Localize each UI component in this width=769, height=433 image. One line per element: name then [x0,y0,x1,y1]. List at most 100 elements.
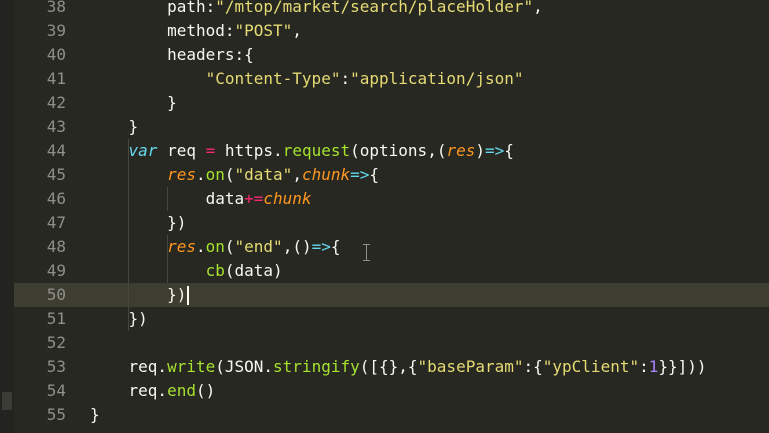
code-token: req [157,141,206,160]
code-token: } [90,117,139,136]
code-token: res [167,237,196,256]
code-text[interactable]: req.write(JSON.stringify([{},{"baseParam… [90,355,707,379]
line-number: 45 [46,165,66,184]
code-token: req. [90,381,168,400]
code-token: { [330,237,341,256]
code-token: { [504,141,514,160]
code-line[interactable]: 39 method:"POST", [14,19,769,43]
line-number: 42 [46,93,66,112]
code-token: headers:{ [90,45,254,64]
code-token: res [167,165,196,184]
code-text[interactable]: } [90,403,100,427]
code-text[interactable]: cb(data) [90,259,283,283]
line-number: 48 [46,237,66,256]
code-token: req. [90,357,168,376]
code-text[interactable]: path:"/mtop/market/search/placeHolder", [90,0,543,19]
code-editor[interactable]: 38 path:"/mtop/market/search/placeHolder… [0,0,769,433]
code-line[interactable]: 41 "Content-Type":"application/json" [14,67,769,91]
code-token: chunk [263,189,312,208]
code-token: "end" [234,237,283,256]
code-text[interactable]: headers:{ [90,43,254,67]
code-text[interactable]: }) [90,211,186,235]
code-token: on [205,237,225,256]
code-token: ,() [282,237,312,256]
line-number: 40 [46,45,66,64]
line-number: 38 [46,0,66,16]
code-text[interactable]: } [90,91,177,115]
code-token: }) [90,285,187,304]
indent-guide [128,139,129,331]
code-token: write [167,357,216,376]
code-text[interactable]: req.end() [90,379,216,403]
code-text[interactable]: method:"POST", [90,19,302,43]
code-token: }}])) [658,357,707,376]
code-token: }) [90,213,187,232]
code-text[interactable]: "Content-Type":"application/json" [90,67,524,91]
code-token: stringify [273,357,360,376]
code-text[interactable]: }) [90,283,190,307]
indent-guide [167,235,168,283]
code-token: => [485,141,505,160]
code-token: } [90,93,177,112]
code-token: . [195,237,206,256]
line-number: 51 [46,309,66,328]
code-text[interactable]: }) [90,307,148,331]
code-token: "baseParam" [417,357,524,376]
code-text[interactable]: res.on("data",chunk=>{ [90,163,379,187]
code-token: end [167,381,196,400]
code-line[interactable]: 40 headers:{ [14,43,769,67]
text-caret [187,286,190,305]
code-token: ( [224,237,235,256]
line-number: 47 [46,213,66,232]
code-token: "/mtop/market/search/placeHolder" [215,0,534,16]
code-token: (JSON. [215,357,274,376]
code-line[interactable]: 42 } [14,91,769,115]
code-token: : [639,357,649,376]
code-token: : [340,69,351,88]
code-token: . [195,165,206,184]
text-cursor-icon [362,244,371,261]
code-line[interactable]: 54 req.end() [14,379,769,403]
line-number: 55 [46,405,66,424]
code-token: }) [90,309,148,328]
code-token: method: [90,21,235,40]
code-line[interactable]: 43 } [14,115,769,139]
code-line[interactable]: 38 path:"/mtop/market/search/placeHolder… [14,0,769,19]
code-token: ) [475,141,485,160]
code-token: on [205,165,225,184]
code-token: 1 [648,357,659,376]
code-token: "POST" [234,21,293,40]
code-token: path: [90,0,216,16]
code-line[interactable]: 52 [14,331,769,355]
code-token: } [90,405,100,424]
code-token: { [369,165,380,184]
code-token: => [350,165,370,184]
line-number: 52 [46,333,66,352]
code-token: var [128,141,158,160]
code-token: cb [205,261,225,280]
code-token: "ypClient" [542,357,640,376]
code-token: https. [215,141,283,160]
code-token: => [311,237,331,256]
code-text[interactable]: var req = https.request(options,(res)=>{ [90,139,514,163]
code-token: :{ [523,357,543,376]
code-token: , [533,0,543,16]
code-token: res [446,141,476,160]
line-number: 49 [46,261,66,280]
code-token: request [282,141,351,160]
line-number: 46 [46,189,66,208]
code-token: ([{},{ [359,357,418,376]
code-line[interactable]: 55} [14,403,769,427]
code-line[interactable]: 53 req.write(JSON.stringify([{},{"basePa… [14,355,769,379]
code-text[interactable]: } [90,115,139,139]
code-text[interactable]: data+=chunk [90,187,312,211]
scroll-thumb[interactable] [2,392,12,410]
code-token: += [244,189,264,208]
code-token: (data) [224,261,283,280]
minimap-strip[interactable] [0,0,14,433]
line-number: 44 [46,141,66,160]
code-token: "Content-Type" [205,69,341,88]
